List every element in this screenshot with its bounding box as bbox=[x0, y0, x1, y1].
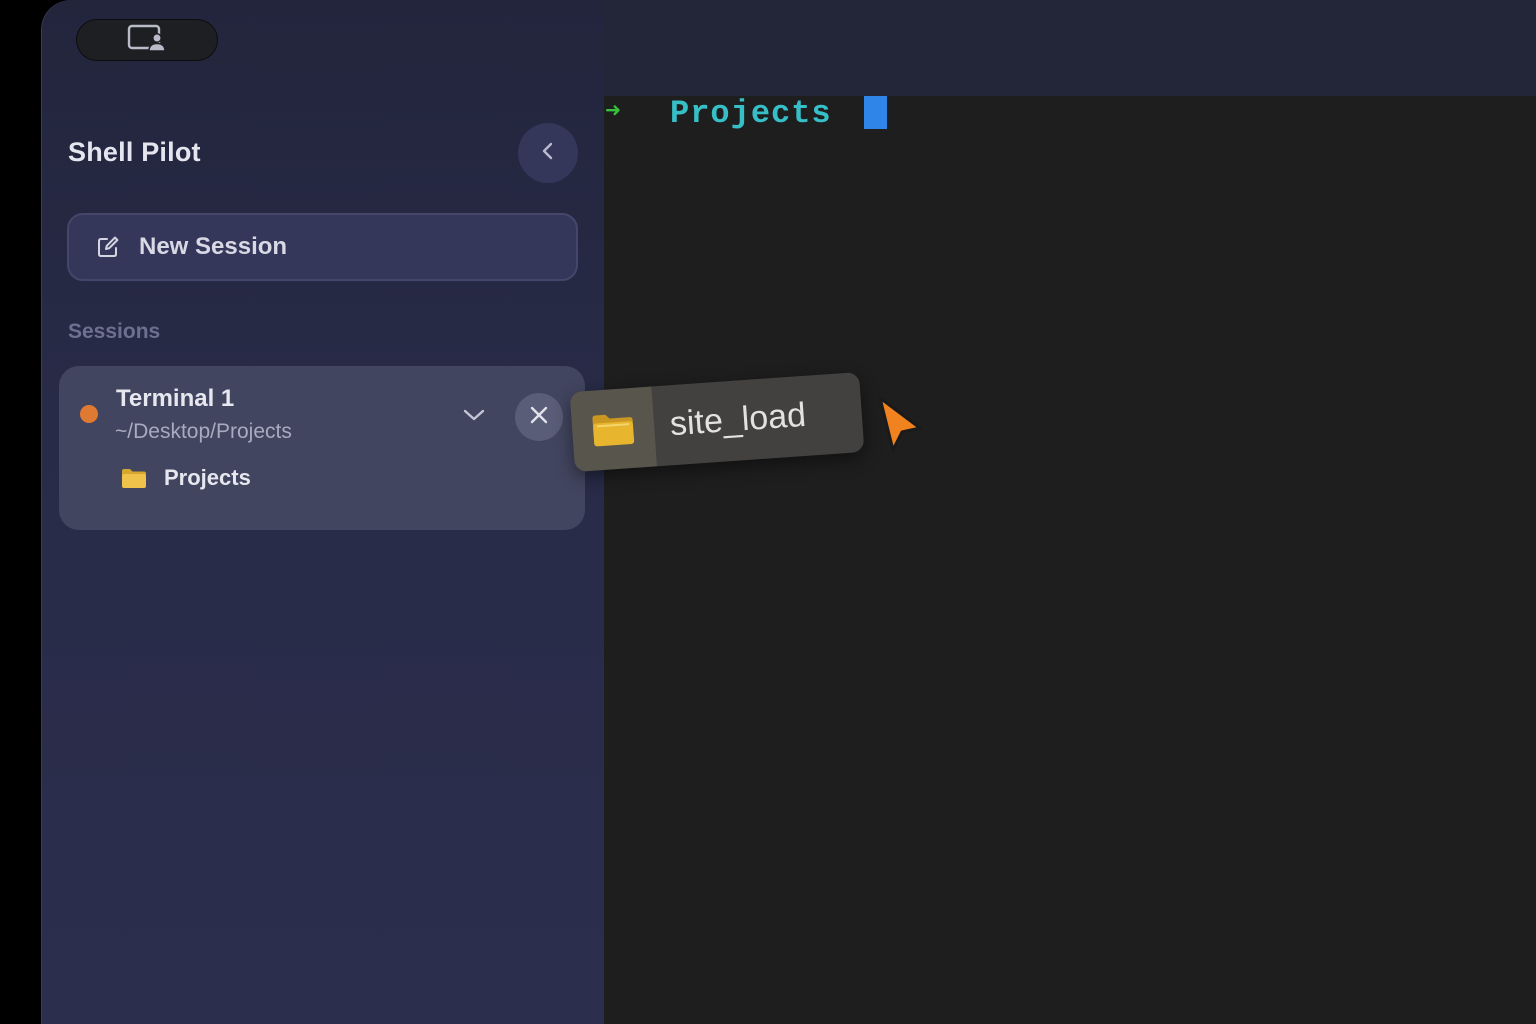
collapse-sidebar-button[interactable] bbox=[518, 123, 578, 183]
text-cursor bbox=[864, 96, 887, 129]
app-title: Shell Pilot bbox=[68, 137, 201, 167]
session-folder-label: Projects bbox=[164, 465, 251, 490]
user-display-button[interactable] bbox=[76, 19, 218, 61]
close-session-button[interactable] bbox=[515, 393, 563, 441]
prompt-directory: Projects bbox=[670, 95, 832, 132]
new-session-label: New Session bbox=[139, 233, 288, 260]
prompt-arrow: ➜ bbox=[605, 96, 621, 126]
chevron-down-icon bbox=[462, 407, 486, 428]
folder-icon bbox=[569, 386, 657, 473]
app-window: Shell Pilot New Session Sessions Termina… bbox=[42, 0, 1536, 1024]
session-name: Terminal 1 bbox=[116, 385, 235, 412]
session-folder[interactable]: Projects bbox=[121, 465, 251, 491]
folder-icon bbox=[121, 467, 147, 489]
sessions-heading: Sessions bbox=[68, 320, 161, 343]
session-path: ~/Desktop/Projects bbox=[115, 420, 292, 443]
window-person-icon bbox=[127, 24, 167, 57]
dragged-folder-label: site_load bbox=[668, 395, 808, 444]
session-item[interactable]: Terminal 1 ~/Desktop/Projects Projects bbox=[59, 366, 585, 530]
terminal-header bbox=[604, 0, 1536, 96]
cursor-arrow-icon bbox=[874, 394, 926, 456]
chevron-left-icon bbox=[538, 141, 558, 166]
new-session-button[interactable]: New Session bbox=[67, 213, 578, 281]
sidebar: Shell Pilot New Session Sessions Termina… bbox=[42, 0, 604, 1024]
session-status-dot bbox=[80, 405, 98, 423]
compose-icon bbox=[95, 234, 121, 260]
terminal-pane[interactable]: ➜ Projects bbox=[604, 95, 1536, 1024]
close-icon bbox=[529, 405, 549, 430]
expand-session-button[interactable] bbox=[457, 400, 491, 434]
